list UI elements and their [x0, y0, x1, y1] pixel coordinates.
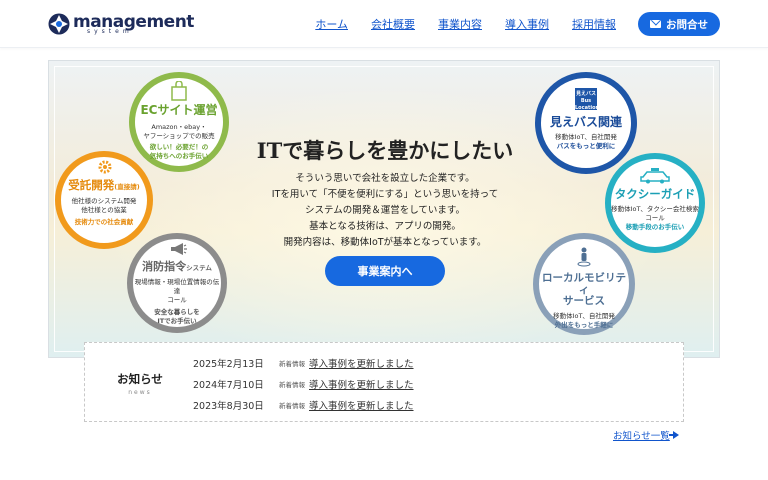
news-item: 2023年8月30日 新着情報 導入事例を更新しました	[193, 398, 414, 412]
hero-section: ECサイト運営 Amazon・ebay・ ヤフーショップでの販売 欲しい！必要だ…	[48, 60, 720, 358]
nav-business[interactable]: 事業内容	[438, 16, 482, 32]
taxi-icon	[640, 168, 670, 184]
service-bus-circle[interactable]: 見えバス Bus Location 見えバス関連 移動体IoT、自社開発 バスを…	[535, 72, 637, 174]
service-bus-title: 見えバス関連	[549, 115, 622, 129]
logo-mark-icon	[48, 13, 70, 35]
site-header: management system ホーム 会社概要 事業内容 導入事例 採用情…	[0, 0, 768, 48]
news-item: 2025年2月13日 新着情報 導入事例を更新しました	[193, 356, 414, 370]
nav-company[interactable]: 会社概要	[371, 16, 415, 32]
business-guide-button[interactable]: 事業案内へ	[325, 256, 445, 286]
contact-button-label: お問合せ	[666, 18, 708, 31]
person-pin-icon	[577, 247, 591, 267]
nav-cases[interactable]: 導入事例	[505, 16, 549, 32]
service-shobo-title: 消防指令	[142, 260, 187, 273]
news-item-link[interactable]: 導入事例を更新しました	[309, 356, 414, 370]
nav-recruit[interactable]: 採用情報	[572, 16, 616, 32]
news-item-link[interactable]: 導入事例を更新しました	[309, 377, 414, 391]
news-box: お知らせ news 2025年2月13日 新着情報 導入事例を更新しました 20…	[84, 342, 684, 422]
service-taxi-title: タクシーガイド	[614, 187, 696, 201]
site-logo[interactable]: management system	[48, 11, 194, 37]
news-item: 2024年7月10日 新着情報 導入事例を更新しました	[193, 377, 414, 391]
nav-home[interactable]: ホーム	[315, 16, 348, 32]
service-local-title: ローカルモビリティ	[542, 272, 626, 296]
news-item-link[interactable]: 導入事例を更新しました	[309, 398, 414, 412]
service-taxi-circle[interactable]: タクシーガイド 移動体IoT、タクシー会社検索 コール 移動手段のお手伝い	[605, 153, 705, 253]
arrow-right-icon	[668, 431, 679, 439]
mie-bus-logo-icon: 見えバス Bus Location	[575, 88, 599, 111]
contact-button[interactable]: お問合せ	[638, 12, 720, 36]
service-ec-title: ECサイト運営	[140, 103, 218, 117]
service-local-mobility-circle[interactable]: ローカルモビリティ サービス 移動体IoT、自社開発 外出をもっと手軽に	[533, 233, 635, 335]
news-list-link[interactable]: お知らせ一覧	[613, 428, 679, 442]
news-label: お知らせ news	[117, 372, 163, 396]
shopping-bag-icon	[171, 81, 187, 101]
main-nav: ホーム 会社概要 事業内容 導入事例 採用情報 お問合せ	[292, 12, 720, 36]
mail-icon	[650, 20, 661, 28]
